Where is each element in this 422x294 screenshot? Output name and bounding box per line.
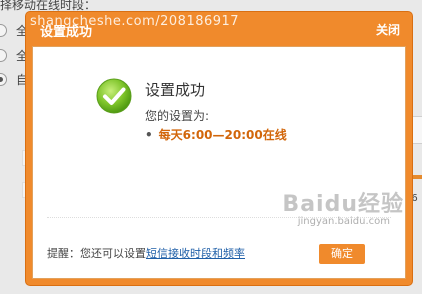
- success-dialog: 设置成功 关闭 设置成功 您的设置为: • 每天6:00—20:00在线 提醒：您…: [26, 12, 412, 285]
- reminder-text: 提醒：您还可以设置短信接收时段和频率: [47, 245, 245, 261]
- success-check-icon: [96, 78, 132, 114]
- setting-label: 您的设置为:: [145, 109, 210, 123]
- close-button[interactable]: 关闭: [376, 21, 400, 38]
- reminder-prefix: 提醒：您还可以设置: [47, 247, 146, 260]
- setting-value: 每天6:00—20:00在线: [158, 128, 287, 142]
- dialog-title: 设置成功: [40, 25, 93, 40]
- setting-value-line: • 每天6:00—20:00在线: [145, 126, 287, 143]
- divider: [47, 217, 391, 218]
- dialog-header: 设置成功 关闭: [26, 12, 412, 46]
- dialog-body: 设置成功 您的设置为: • 每天6:00—20:00在线 提醒：您还可以设置短信接…: [32, 46, 406, 279]
- confirm-button[interactable]: 确定: [319, 244, 365, 264]
- option-radio-3[interactable]: [0, 73, 7, 86]
- option-radio-1[interactable]: [0, 24, 7, 37]
- success-heading: 设置成功: [145, 81, 206, 99]
- bullet: •: [145, 128, 153, 142]
- option-radio-2[interactable]: [0, 49, 7, 62]
- sms-settings-link[interactable]: 短信接收时段和频率: [146, 247, 245, 260]
